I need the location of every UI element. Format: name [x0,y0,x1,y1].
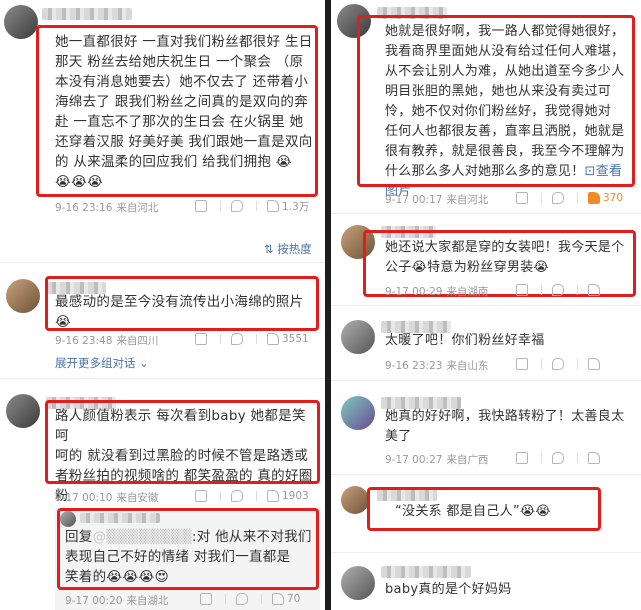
like-icon[interactable] [588,452,600,464]
blurred-username[interactable] [377,7,447,19]
like-icon[interactable] [588,358,600,370]
like-count: 70 [287,593,301,605]
sort-by-hot[interactable]: ⇅ 按热度 [264,241,312,257]
comment-text: “没关系 都是自己人”😭😭 [395,504,551,519]
comment-meta: 9-17 00:20 来自湖北 [65,595,169,607]
reply-icon[interactable] [231,490,243,502]
left-comment-panel: 她一直都很好 一直对我们粉丝都很好 生日 那天 粉丝去给她庆祝生日 一个聚会 （… [0,0,325,610]
like-count: 370 [603,192,624,204]
reply-icon[interactable] [552,192,564,204]
expand-more-conversations[interactable]: 展开更多组对话 ⌄ [55,355,149,371]
reply-icon[interactable] [231,200,243,212]
avatar[interactable] [6,279,40,313]
comment-meta: 9-16 23:16 来自河北 [55,202,159,214]
view-picture-link[interactable]: ⊡查看 [585,164,623,179]
share-icon[interactable] [195,490,207,502]
comment-meta: 9-17 00:10 来自安徽 [55,492,159,504]
right-comment-panel: 她就是很好啊，我一路人都觉得她很好， 我看商界里面她从没有给过任何人难堪， 从不… [331,0,641,610]
blurred-username[interactable] [80,513,160,523]
share-icon[interactable] [195,333,207,345]
share-icon[interactable] [516,284,528,296]
share-icon[interactable] [516,452,528,464]
avatar[interactable] [341,225,375,259]
like-icon[interactable] [267,333,279,345]
like-count: 3551 [282,333,309,345]
comment-actions: 370 [516,191,623,205]
like-icon[interactable] [267,490,279,502]
like-count: 1903 [282,490,309,502]
reply-icon[interactable] [231,333,243,345]
comment-actions: 1903 [195,489,309,503]
comment-meta: 9-16 23:48 来自四川 [55,335,159,347]
comment-meta: 9-16 23:23 来自山东 [385,360,489,372]
blurred-username[interactable] [381,226,436,238]
reply-mention-link[interactable]: @▒▒▒▒▒▒▒▒ [93,529,192,545]
avatar[interactable] [341,486,369,514]
comment-text: 她真的好好啊，我快路转粉了！太善良太 美了 [385,409,625,444]
comment-actions [516,283,603,297]
avatar[interactable] [341,566,375,600]
reply-icon[interactable] [236,593,248,605]
reply-icon[interactable] [552,284,564,296]
comment-actions [516,357,603,371]
avatar[interactable] [60,511,76,527]
like-icon[interactable] [272,593,284,605]
reply-icon[interactable] [552,358,564,370]
comment-text: 最感动的是至今没有流传出小海绵的照片 😭 [55,294,304,330]
share-icon[interactable] [200,593,212,605]
avatar[interactable] [4,5,38,39]
like-icon[interactable] [588,284,600,296]
blurred-username[interactable] [42,8,132,20]
avatar[interactable] [337,4,371,38]
reply-text: 回复@▒▒▒▒▒▒▒▒:对 他从来不对我们 表现自己不好的情绪 对我们一直都是 … [65,529,312,585]
comment-actions: 3551 [195,332,309,346]
comment-text: 她就是很好啊，我一路人都觉得她很好， 我看商界里面她从没有给过任何人难堪， 从不… [385,22,637,202]
comment-actions: 1.3万 [195,199,309,213]
blurred-username[interactable] [381,566,471,578]
avatar[interactable] [6,394,40,428]
comment-meta: 9-17 00:27 来自广西 [385,454,489,466]
avatar[interactable] [341,396,375,430]
comment-text: 她一直都很好 一直对我们粉丝都很好 生日 那天 粉丝去给她庆祝生日 一个聚会 （… [55,34,313,190]
comment-text: 她还说大家都是穿的女装吧！我今天是个 公子😭特意为粉丝穿男装😭 [385,240,625,275]
reply-icon[interactable] [552,452,564,464]
share-icon[interactable] [195,200,207,212]
comment-actions: 70 [200,592,300,606]
comment-text: baby真的是个好妈妈 [385,582,512,597]
comment-meta: 9-17 00:29 来自湖南 [385,286,489,298]
comment-meta: 9-17 00:17 来自河北 [385,194,489,206]
comment-actions [516,451,603,465]
avatar[interactable] [341,320,375,354]
like-icon[interactable] [588,192,600,204]
share-icon[interactable] [516,358,528,370]
blurred-username[interactable] [377,489,437,501]
like-count: 1.3万 [282,200,310,213]
comment-text: 太暖了吧！你们粉丝好幸福 [385,333,545,348]
share-icon[interactable] [516,192,528,204]
like-icon[interactable] [267,200,279,212]
